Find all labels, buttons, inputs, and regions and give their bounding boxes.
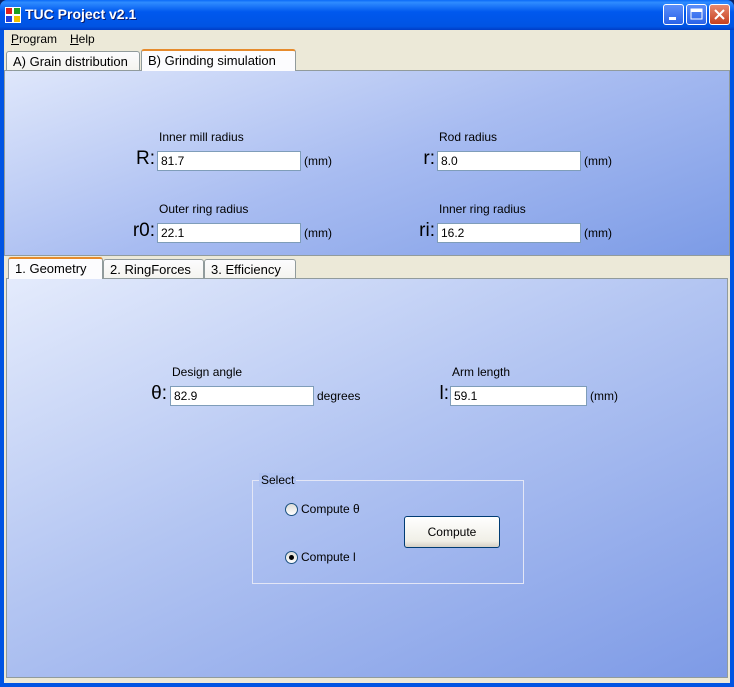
app-icon — [5, 7, 21, 23]
select-group-title: Select — [259, 473, 297, 487]
menu-program-rest: rogram — [19, 32, 58, 46]
close-icon — [714, 9, 725, 20]
arm-length-label: Arm length — [452, 365, 511, 379]
compute-theta-radio[interactable] — [285, 503, 298, 516]
arm-length-unit: (mm) — [590, 389, 618, 403]
ri-symbol: ri: — [419, 220, 435, 241]
grinding-parameters-panel: Inner mill radius R: 81.7 (mm) Rod radiu… — [4, 70, 730, 256]
inner-ring-radius-label: Inner ring radius — [439, 202, 526, 216]
rod-radius-input[interactable]: 8.0 — [437, 151, 581, 171]
inner-ring-radius-unit: (mm) — [584, 226, 612, 240]
menu-help-rest: elp — [78, 32, 95, 46]
menu-help-mnemonic: H — [70, 32, 79, 46]
rod-radius-label: Rod radius — [439, 130, 498, 144]
select-groupbox: Select Compute θ Compute l Compute — [252, 473, 524, 584]
maximize-icon — [690, 8, 703, 20]
compute-l-label[interactable]: Compute l — [301, 550, 356, 564]
minimize-button[interactable] — [663, 4, 684, 25]
tab-grain-distribution[interactable]: A) Grain distribution — [6, 51, 140, 71]
rod-radius-unit: (mm) — [584, 154, 612, 168]
menu-program[interactable]: Program — [11, 32, 57, 46]
sub-tab-strip: 1. Geometry 2. RingForces 3. Efficiency — [6, 257, 728, 279]
menu-program-mnemonic: P — [11, 32, 20, 46]
theta-symbol: θ: — [151, 383, 167, 404]
design-angle-unit: degrees — [317, 389, 361, 403]
r0-symbol: r0: — [132, 220, 155, 241]
tab-grinding-simulation[interactable]: B) Grinding simulation — [141, 49, 296, 71]
design-angle-input[interactable]: 82.9 — [170, 386, 314, 406]
inner-ring-radius-input[interactable]: 16.2 — [437, 223, 581, 243]
R-symbol: R: — [136, 148, 155, 169]
geometry-panel: Design angle θ: 82.9 degrees Arm length … — [6, 278, 728, 678]
l-symbol: l: — [439, 383, 450, 404]
inner-mill-radius-unit: (mm) — [304, 154, 332, 168]
tab-ringforces[interactable]: 2. RingForces — [103, 259, 204, 279]
radio-selected-dot — [289, 555, 294, 560]
r-symbol: r: — [423, 148, 435, 169]
window-title: TUC Project v2.1 — [25, 6, 137, 22]
menu-bar: Program Help — [4, 30, 730, 48]
maximize-button[interactable] — [686, 4, 707, 25]
window-frame-bottom — [0, 683, 734, 687]
inner-mill-radius-input[interactable]: 81.7 — [157, 151, 301, 171]
title-bar[interactable]: TUC Project v2.1 — [0, 0, 734, 30]
client-area: Program Help A) Grain distribution B) Gr… — [4, 30, 730, 683]
window-frame-right — [730, 30, 734, 687]
minimize-icon — [669, 17, 676, 20]
arm-length-input[interactable]: 59.1 — [450, 386, 587, 406]
outer-ring-radius-unit: (mm) — [304, 226, 332, 240]
menu-help[interactable]: Help — [70, 32, 95, 46]
compute-theta-label[interactable]: Compute θ — [301, 502, 360, 516]
main-tab-strip: A) Grain distribution B) Grinding simula… — [4, 49, 730, 71]
compute-button[interactable]: Compute — [404, 516, 500, 548]
tab-efficiency[interactable]: 3. Efficiency — [204, 259, 296, 279]
design-angle-label: Design angle — [172, 365, 243, 379]
app-window: TUC Project v2.1 Program Help A) Grain d… — [0, 0, 734, 687]
inner-mill-radius-label: Inner mill radius — [159, 130, 244, 144]
close-button[interactable] — [709, 4, 730, 25]
outer-ring-radius-input[interactable]: 22.1 — [157, 223, 301, 243]
tab-geometry[interactable]: 1. Geometry — [8, 257, 103, 279]
compute-l-radio[interactable] — [285, 551, 298, 564]
outer-ring-radius-label: Outer ring radius — [159, 202, 249, 216]
